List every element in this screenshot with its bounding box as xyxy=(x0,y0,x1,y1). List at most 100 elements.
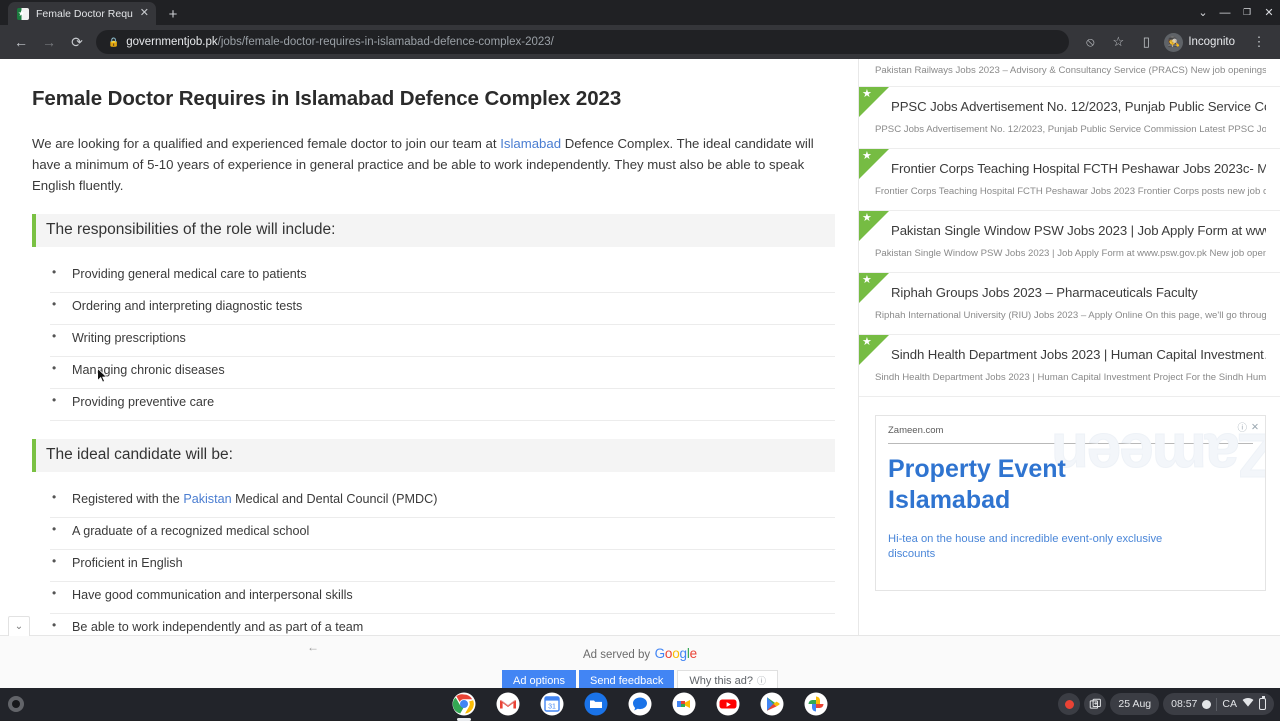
star-icon: ★ xyxy=(862,275,872,286)
ad-served-line: Ad served by Google xyxy=(502,645,778,663)
url-text: governmentjob.pk/jobs/female-doctor-requ… xyxy=(126,36,554,48)
shelf-app-meet-icon[interactable] xyxy=(672,692,696,716)
tray-date[interactable]: 25 Aug xyxy=(1110,693,1159,715)
date-label: 25 Aug xyxy=(1118,698,1151,710)
responsibilities-heading: The responsibilities of the role will in… xyxy=(32,214,835,247)
time-label: 08:57 xyxy=(1171,698,1197,710)
list-item: Registered with the Pakistan Medical and… xyxy=(50,486,835,518)
list-item: Providing general medical care to patien… xyxy=(50,261,835,293)
pakistan-flag-favicon-icon: ★ xyxy=(17,8,29,20)
shelf-app-chrome-icon[interactable] xyxy=(452,692,476,716)
reload-icon[interactable]: ⟳ xyxy=(64,29,90,55)
dark-mode-icon xyxy=(1202,700,1211,709)
chromeos-shelf: 31 25 Aug 08:57 CA xyxy=(0,688,1280,720)
svg-text:31: 31 xyxy=(548,704,556,711)
launcher-button[interactable] xyxy=(8,696,24,712)
why-this-ad-label: Why this ad? xyxy=(689,676,753,687)
sidebar-item-title: PPSC Jobs Advertisement No. 12/2023, Pun… xyxy=(875,99,1266,114)
sidebar-item-excerpt: Pakistan Single Window PSW Jobs 2023 | J… xyxy=(875,248,1266,259)
sidebar-item-title: Pakistan Single Window PSW Jobs 2023 | J… xyxy=(875,223,1266,238)
url-path: /jobs/female-doctor-requires-in-islamaba… xyxy=(218,36,554,48)
sidebar-item-excerpt: PPSC Jobs Advertisement No. 12/2023, Pun… xyxy=(875,124,1266,135)
list-item: Providing preventive care xyxy=(50,389,835,421)
sidebar-advertisement[interactable]: Zameen Zameen.com ⓘ ✕ Property Event Isl… xyxy=(875,415,1266,591)
star-icon: ★ xyxy=(862,213,872,224)
address-bar[interactable]: 🔒 governmentjob.pk/jobs/female-doctor-re… xyxy=(96,30,1069,54)
title-text: Frontier Corps Teaching Hospital FCTH Pe… xyxy=(891,161,1266,176)
star-icon: ★ xyxy=(862,151,872,162)
new-tab-button[interactable]: + xyxy=(160,3,186,25)
back-icon[interactable]: ← xyxy=(8,29,34,55)
star-icon: ★ xyxy=(862,337,872,348)
hide-eye-icon[interactable]: ⦸ xyxy=(1077,29,1103,55)
sidebar-item-psw[interactable]: ★ Pakistan Single Window PSW Jobs 2023 |… xyxy=(859,211,1280,273)
incognito-indicator[interactable]: 🕵 Incognito xyxy=(1161,30,1244,54)
forward-icon[interactable]: → xyxy=(36,29,62,55)
ideal-candidate-heading: The ideal candidate will be: xyxy=(32,439,835,472)
intro-text-before: We are looking for a qualified and exper… xyxy=(32,136,500,151)
sidebar-item-riphah[interactable]: ★ Riphah Groups Jobs 2023 – Pharmaceutic… xyxy=(859,273,1280,335)
pmdc-text-after: Medical and Dental Council (PMDC) xyxy=(232,492,438,506)
minimize-icon[interactable]: — xyxy=(1214,0,1236,25)
sidebar-item-title: Riphah Groups Jobs 2023 – Pharmaceutical… xyxy=(875,285,1266,300)
shelf-app-photos-icon[interactable] xyxy=(804,692,828,716)
sidebar-partial-item[interactable]: Pakistan Railways Jobs 2023 – Advisory &… xyxy=(859,59,1280,87)
sidebar-item-title: Frontier Corps Teaching Hospital FCTH Pe… xyxy=(875,161,1266,176)
sidebar-item-title: Sindh Health Department Jobs 2023 | Huma… xyxy=(875,347,1266,362)
tab-search-icon[interactable]: ⌄ xyxy=(1192,0,1214,25)
tab-close-icon[interactable]: ✕ xyxy=(140,8,149,19)
ad-served-label: Ad served by xyxy=(583,649,650,661)
list-item: Writing prescriptions xyxy=(50,325,835,357)
shelf-app-youtube-icon[interactable] xyxy=(716,692,740,716)
side-panel-icon[interactable]: ▯ xyxy=(1133,29,1159,55)
system-tray: 25 Aug 08:57 CA xyxy=(1058,693,1274,715)
islamabad-link[interactable]: Islamabad xyxy=(500,136,561,151)
url-domain: governmentjob.pk xyxy=(126,36,217,48)
title-text: Sindh Health Department Jobs 2023 | Huma… xyxy=(891,347,1264,362)
list-item: Ordering and interpreting diagnostic tes… xyxy=(50,293,835,325)
ad-subtext: Hi-tea on the house and incredible event… xyxy=(888,532,1178,562)
screen-capture-icon[interactable] xyxy=(1084,693,1106,715)
title-text: Pakistan Single Window PSW Jobs 2023 | J… xyxy=(891,223,1266,238)
tab-title: Female Doctor Requires in Islam xyxy=(36,8,133,20)
ad-served-block: Ad served by Google Ad options Send feed… xyxy=(502,636,778,694)
shelf-app-calendar-icon[interactable]: 31 xyxy=(540,692,564,716)
wifi-icon xyxy=(1242,697,1254,711)
chrome-menu-icon[interactable]: ⋮ xyxy=(1246,29,1272,55)
toolbar-right-group: ⦸ ☆ ▯ 🕵 Incognito ⋮ xyxy=(1077,29,1272,55)
sidebar-item-frontier-corps[interactable]: ★ Frontier Corps Teaching Hospital FCTH … xyxy=(859,149,1280,211)
pmdc-text-before: Registered with the xyxy=(72,492,183,506)
sidebar-item-excerpt: Sindh Health Department Jobs 2023 | Huma… xyxy=(875,372,1266,383)
close-window-icon[interactable]: ✕ xyxy=(1258,0,1280,25)
browser-toolbar: ← → ⟳ 🔒 governmentjob.pk/jobs/female-doc… xyxy=(0,25,1280,59)
sidebar-item-sindh-health[interactable]: ★ Sindh Health Department Jobs 2023 | Hu… xyxy=(859,335,1280,397)
shelf-app-files-icon[interactable] xyxy=(584,692,608,716)
bookmark-star-icon[interactable]: ☆ xyxy=(1105,29,1131,55)
shelf-app-gmail-icon[interactable] xyxy=(496,692,520,716)
ideal-candidate-list: Registered with the Pakistan Medical and… xyxy=(32,486,835,646)
logo-o2: o xyxy=(672,646,679,661)
pakistan-link[interactable]: Pakistan xyxy=(183,492,231,506)
shelf-app-play-store-icon[interactable] xyxy=(760,692,784,716)
sidebar-item-ppsc[interactable]: ★ PPSC Jobs Advertisement No. 12/2023, P… xyxy=(859,87,1280,149)
maximize-icon[interactable]: ❐ xyxy=(1236,0,1258,25)
logo-g2: g xyxy=(680,646,687,661)
related-jobs-sidebar: Pakistan Railways Jobs 2023 – Advisory &… xyxy=(858,59,1280,720)
tab-strip: ★ Female Doctor Requires in Islam ✕ + ⌄ … xyxy=(0,0,1280,25)
title-text: PPSC Jobs Advertisement No. 12/2023, Pun… xyxy=(891,99,1266,114)
sidebar-item-excerpt: Pakistan Railways Jobs 2023 – Advisory &… xyxy=(875,59,1266,76)
tray-status-area[interactable]: 08:57 CA xyxy=(1163,693,1274,715)
screen-recording-indicator[interactable] xyxy=(1058,693,1080,715)
browser-tab[interactable]: ★ Female Doctor Requires in Islam ✕ xyxy=(8,2,156,25)
shelf-app-messages-icon[interactable] xyxy=(628,692,652,716)
intro-paragraph: We are looking for a qualified and exper… xyxy=(32,133,832,196)
window-controls: ⌄ — ❐ ✕ xyxy=(1192,0,1280,25)
sidebar-item-excerpt: Frontier Corps Teaching Hospital FCTH Pe… xyxy=(875,186,1266,197)
logo-g: G xyxy=(655,646,665,661)
locale-label: CA xyxy=(1222,698,1237,710)
logo-e: e xyxy=(690,646,697,661)
ad-back-icon[interactable]: ← xyxy=(307,640,319,654)
chevron-down-icon[interactable]: ⌄ xyxy=(8,616,30,636)
article-content: Female Doctor Requires in Islamabad Defe… xyxy=(0,59,858,720)
info-icon: ⓘ xyxy=(757,677,766,686)
